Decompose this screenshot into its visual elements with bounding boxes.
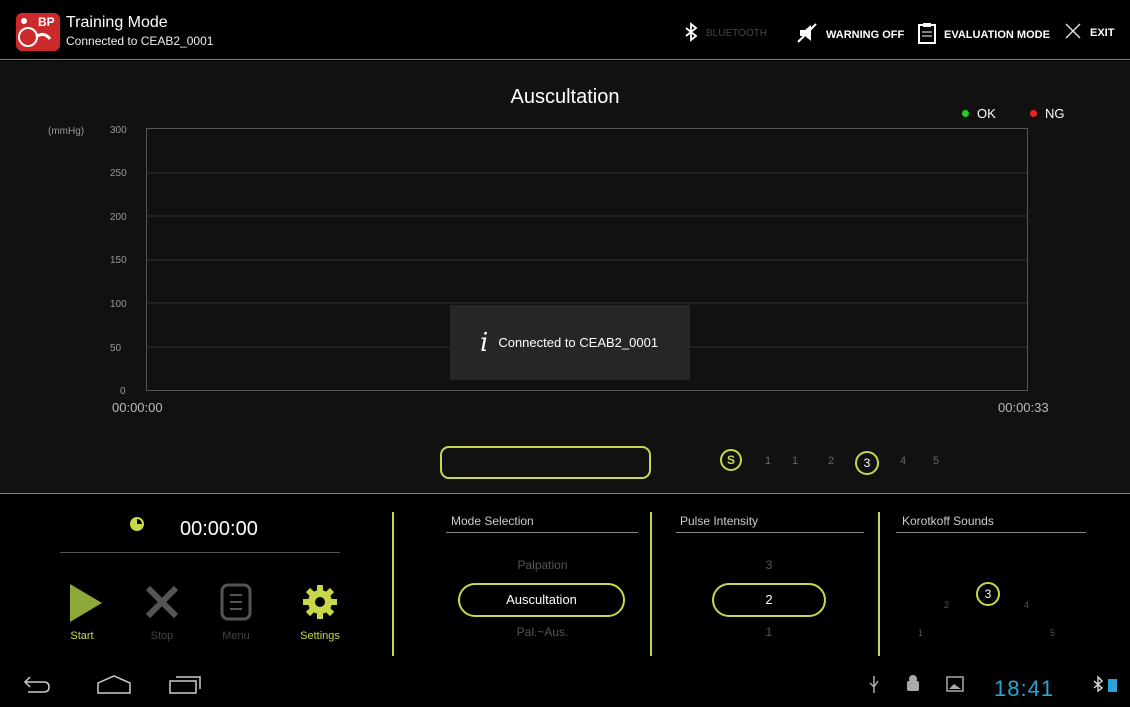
stop-button[interactable]: Stop xyxy=(132,580,192,642)
close-icon xyxy=(1064,22,1082,43)
back-icon[interactable] xyxy=(22,673,52,695)
korotkoff-title: Korotkoff Sounds xyxy=(902,514,994,528)
mode-selection-underline xyxy=(446,532,638,533)
menu-button[interactable]: Menu xyxy=(206,580,266,642)
start-button[interactable]: Start xyxy=(52,580,112,642)
warning-label: WARNING OFF xyxy=(826,28,905,41)
zoom-level[interactable]: 1 xyxy=(792,455,798,467)
svg-text:2: 2 xyxy=(944,600,949,610)
mode-option-pal-aus[interactable]: Pal.~Aus. xyxy=(460,625,625,639)
evaluation-label: EVALUATION MODE xyxy=(944,28,1050,41)
zoom-icon[interactable]: S xyxy=(720,449,742,471)
x-tick-end: 00:00:33 xyxy=(998,400,1049,415)
zoom-level-selected[interactable]: 3 xyxy=(855,451,879,475)
chart-title: Auscultation xyxy=(510,86,620,108)
usb-icon xyxy=(869,676,879,693)
legend-ng-dot xyxy=(1030,110,1037,117)
legend-ok-dot xyxy=(962,110,969,117)
exit-button[interactable]: EXIT xyxy=(1064,22,1114,43)
pulse-option-2[interactable]: 2 xyxy=(712,583,826,617)
settings-button[interactable]: Settings xyxy=(290,580,350,642)
result-display-box[interactable] xyxy=(440,446,651,479)
y-tick: 200 xyxy=(110,212,127,223)
zoom-level[interactable]: 2 xyxy=(828,455,834,467)
y-tick: 100 xyxy=(110,299,127,310)
image-icon xyxy=(946,676,964,692)
settings-label: Settings xyxy=(300,630,340,642)
legend-ng: NG xyxy=(1030,106,1065,121)
clipboard-icon xyxy=(918,22,936,47)
warning-toggle[interactable]: WARNING OFF xyxy=(796,22,904,47)
timer-display: 00:00:00 xyxy=(180,518,258,540)
korotkoff-selected[interactable]: 3 xyxy=(976,582,1000,606)
x-icon xyxy=(145,585,179,619)
divider xyxy=(650,512,652,656)
play-icon xyxy=(70,584,102,622)
legend-ok: OK xyxy=(962,106,996,121)
pulse-intensity-underline xyxy=(676,532,864,533)
logo-text: BP xyxy=(38,15,55,29)
mode-option-palpation[interactable]: Palpation xyxy=(460,558,625,572)
y-tick: 300 xyxy=(110,125,127,136)
svg-text:4: 4 xyxy=(1024,600,1029,610)
app-logo: BP xyxy=(16,13,60,51)
zoom-level[interactable]: 4 xyxy=(900,455,906,467)
mode-selection-title: Mode Selection xyxy=(451,514,534,528)
top-bar: BP Training Mode Connected to CEAB2_0001… xyxy=(0,0,1130,60)
system-clock: 18:41 xyxy=(994,676,1055,701)
svg-text:5: 5 xyxy=(1050,628,1055,638)
info-icon: i xyxy=(480,327,489,358)
divider xyxy=(878,512,880,656)
korotkoff-underline xyxy=(896,532,1086,533)
pulse-option-3[interactable]: 3 xyxy=(712,558,826,572)
bluetooth-battery-icon xyxy=(1093,675,1117,693)
evaluation-mode-button[interactable]: EVALUATION MODE xyxy=(918,22,1050,47)
bluetooth-label: BLUETOOTH xyxy=(706,28,767,39)
pulse-intensity-title: Pulse Intensity xyxy=(680,514,759,528)
toast-text: Connected to CEAB2_0001 xyxy=(498,335,659,350)
divider xyxy=(392,512,394,656)
menu-icon xyxy=(220,583,252,621)
y-tick: 250 xyxy=(110,168,127,179)
legend-ok-label: OK xyxy=(977,106,996,121)
connection-toast: i Connected to CEAB2_0001 xyxy=(450,305,690,380)
zoom-level[interactable]: 1 xyxy=(765,455,771,467)
connection-status: Connected to CEAB2_0001 xyxy=(66,34,214,48)
y-axis-label: (mmHg) xyxy=(48,126,85,137)
y-tick: 0 xyxy=(120,386,126,397)
pulse-option-1[interactable]: 1 xyxy=(712,625,826,639)
y-tick: 150 xyxy=(110,255,127,266)
timer-divider xyxy=(60,552,340,553)
start-label: Start xyxy=(70,630,94,642)
gear-icon xyxy=(303,585,337,619)
y-tick: 50 xyxy=(110,343,122,354)
system-nav-bar xyxy=(0,659,1130,707)
zoom-level[interactable]: 5 xyxy=(933,455,939,467)
mute-icon xyxy=(796,22,818,47)
stop-label: Stop xyxy=(150,630,174,642)
exit-label: EXIT xyxy=(1090,26,1115,39)
bluetooth-icon xyxy=(684,22,698,45)
legend-ng-label: NG xyxy=(1045,106,1065,121)
clock-icon xyxy=(130,517,144,531)
menu-label: Menu xyxy=(222,630,250,642)
x-tick-start: 00:00:00 xyxy=(112,400,163,415)
bluetooth-button[interactable]: BLUETOOTH xyxy=(684,22,767,45)
home-icon[interactable] xyxy=(96,673,132,695)
app-title: Training Mode xyxy=(66,14,168,31)
svg-text:1: 1 xyxy=(918,628,923,638)
recent-apps-icon[interactable] xyxy=(168,673,204,695)
android-debug-icon xyxy=(907,675,919,691)
mode-option-auscultation[interactable]: Auscultation xyxy=(458,583,625,617)
